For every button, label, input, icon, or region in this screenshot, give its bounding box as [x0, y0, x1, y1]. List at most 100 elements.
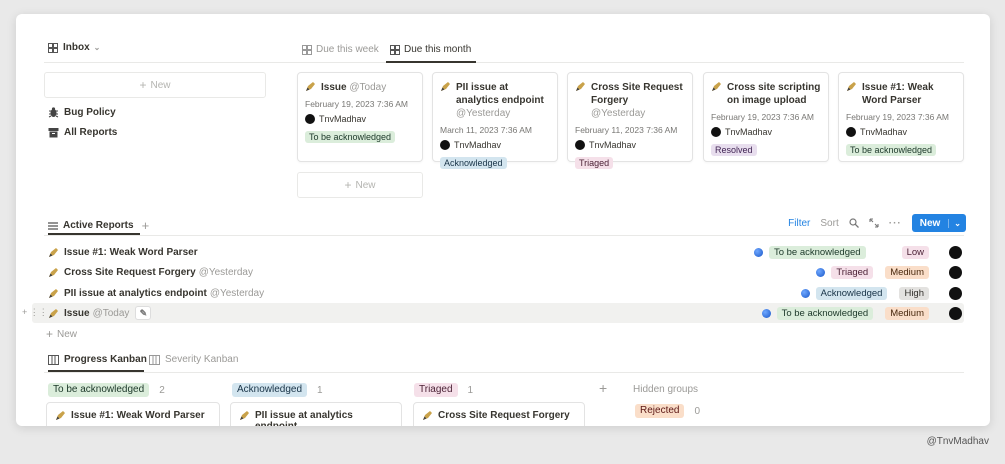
status-badge: Resolved [711, 144, 757, 156]
kanban-card[interactable]: Cross Site Request Forgery [413, 402, 585, 426]
group-label: Acknowledged [232, 383, 308, 397]
plus-icon: + [344, 178, 352, 192]
avatar [949, 245, 962, 259]
avatar [846, 127, 856, 137]
calendar-card[interactable]: Cross site scripting on image upload Feb… [703, 72, 829, 162]
card-title: PII issue at analytics endpoint [456, 82, 544, 106]
hidden-group[interactable]: Rejected 0 [635, 404, 700, 418]
kanban-group-header[interactable]: Acknowledged 1 [232, 383, 323, 397]
globe-icon [816, 267, 826, 277]
table-row[interactable]: Issue #1: Weak Word Parser To be acknowl… [48, 242, 980, 262]
divider [44, 372, 964, 373]
filter-button[interactable]: Filter [788, 218, 810, 229]
calendar-card[interactable]: PII issue at analytics endpoint @Yesterd… [432, 72, 558, 169]
status-badge: Triaged [831, 265, 874, 279]
group-count: 2 [159, 384, 165, 396]
expand-icon[interactable] [869, 218, 879, 228]
calendar-card[interactable]: Cross Site Request Forgery @Yesterday Fe… [567, 72, 693, 169]
tab-due-this-week[interactable]: Due this week [302, 44, 379, 55]
row-mention: @Yesterday [198, 266, 253, 278]
board-icon [149, 354, 160, 365]
sidebar-new-button[interactable]: + New [44, 72, 266, 98]
drag-handle-icon[interactable]: + ⋮⋮ [22, 307, 48, 318]
tab-progress-kanban[interactable]: Progress Kanban [48, 354, 147, 365]
globe-icon [761, 308, 771, 318]
card-title: Cross Site Request Forgery [591, 82, 683, 106]
status-badge: To be acknowledged [846, 144, 937, 156]
pencil-icon [305, 81, 316, 92]
avatar [575, 140, 585, 150]
status-badge: Triaged [575, 157, 614, 169]
tab-label: Due this week [316, 44, 379, 55]
more-icon[interactable]: ··· [889, 218, 902, 229]
cards-new-button[interactable]: + New [297, 172, 423, 198]
card-title: Issue [321, 82, 347, 93]
sidebar-item-bug-policy[interactable]: Bug Policy [48, 107, 116, 118]
inbox-view-selector[interactable]: Inbox ⌄ [48, 42, 100, 53]
calendar-card[interactable]: Issue @Today February 19, 2023 7:36 AM T… [297, 72, 423, 162]
card-date: February 19, 2023 7:36 AM [305, 99, 409, 109]
kanban-card-title: Issue #1: Weak Word Parser [71, 410, 205, 421]
watermark: @TnvMadhav [926, 436, 989, 447]
table-row[interactable]: PII issue at analytics endpoint @Yesterda… [48, 283, 980, 303]
table-row[interactable]: Cross Site Request Forgery @Yesterday Tri… [48, 262, 980, 282]
status-badge: Acknowledged [815, 286, 888, 300]
table-row[interactable]: Issue @Today ✎ To be acknowledged Medium [48, 303, 980, 323]
globe-icon [800, 288, 810, 298]
row-title: Cross Site Request Forgery [64, 266, 196, 278]
tab-severity-kanban[interactable]: Severity Kanban [149, 354, 238, 365]
pencil-icon [422, 410, 433, 421]
plus-icon[interactable]: + [142, 218, 150, 233]
status-badge: To be acknowledged [776, 306, 874, 320]
row-title: Issue [64, 307, 90, 319]
calendar-card[interactable]: Issue #1: Weak Word Parser February 19, … [838, 72, 964, 162]
tab-due-this-month[interactable]: Due this month [390, 44, 471, 55]
kanban-card-title: PII issue at analytics endpoint [255, 410, 353, 426]
card-title: Issue #1: Weak Word Parser [862, 82, 934, 106]
severity-badge: Low [901, 245, 929, 259]
row-mention: @Today [92, 307, 130, 319]
active-tab-underline [386, 61, 476, 63]
pencil-icon [48, 267, 59, 278]
card-date: March 11, 2023 7:36 AM [440, 125, 532, 135]
new-label: New [355, 179, 376, 191]
add-group-icon[interactable]: + [599, 380, 607, 396]
sort-button[interactable]: Sort [820, 218, 838, 229]
sidebar-item-label: All Reports [64, 127, 118, 138]
card-date: February 11, 2023 7:36 AM [575, 125, 678, 135]
edit-icon[interactable]: ✎ [135, 306, 152, 320]
pencil-icon [711, 81, 722, 92]
add-row-button[interactable]: + New [46, 327, 77, 341]
kanban-group-header[interactable]: To be acknowledged 2 [48, 383, 165, 397]
card-user: TnvMadhav [454, 140, 502, 150]
active-reports-tab[interactable]: Active Reports + [48, 218, 149, 233]
search-icon[interactable] [849, 218, 859, 228]
card-user: TnvMadhav [860, 127, 908, 137]
status-badge: Acknowledged [440, 157, 507, 169]
avatar [711, 127, 721, 137]
active-reports-title: Active Reports [63, 220, 134, 231]
new-label: New [57, 328, 78, 340]
kanban-card-title: Cross Site Request Forgery [438, 410, 570, 421]
grid-icon [48, 42, 58, 53]
pencil-icon [440, 81, 451, 92]
group-count: 0 [694, 405, 701, 417]
divider [44, 62, 964, 63]
kanban-card[interactable]: Issue #1: Weak Word Parser [46, 402, 220, 426]
pencil-icon [575, 81, 586, 92]
grid-icon [390, 44, 400, 55]
severity-badge: High [899, 286, 929, 300]
card-user: TnvMadhav [589, 140, 637, 150]
kanban-card[interactable]: PII issue at analytics endpoint [230, 402, 402, 426]
group-count: 1 [317, 384, 323, 396]
sidebar-item-all-reports[interactable]: All Reports [48, 127, 117, 138]
globe-icon [753, 247, 763, 257]
pencil-icon [55, 410, 66, 421]
row-title: Issue #1: Weak Word Parser [64, 246, 198, 258]
kanban-group-header[interactable]: Triaged 1 [414, 383, 473, 397]
avatar [949, 286, 962, 300]
new-record-button[interactable]: New [912, 218, 949, 229]
pencil-icon [48, 247, 59, 258]
pencil-icon [239, 410, 250, 421]
chevron-down-icon[interactable]: ⌄ [948, 218, 966, 228]
